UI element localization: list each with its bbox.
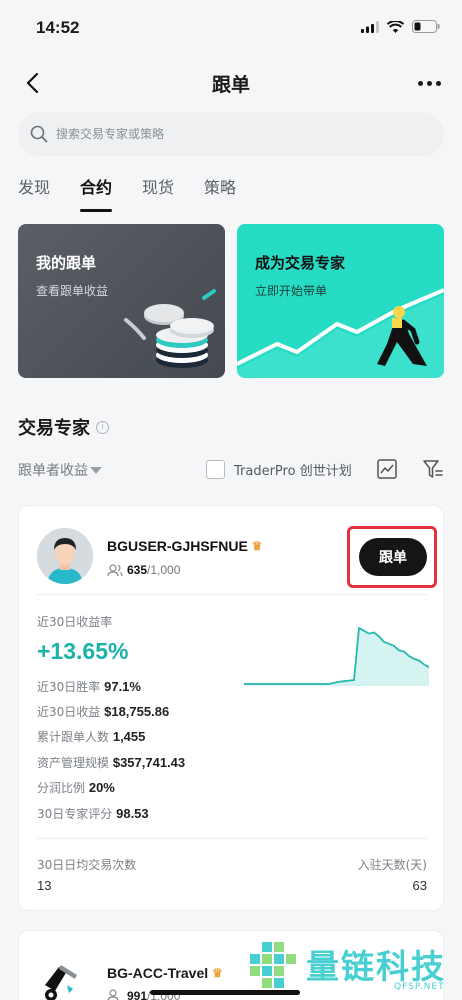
- stat-label: 资产管理规模: [37, 756, 110, 770]
- tab-spot[interactable]: 现货: [142, 174, 174, 212]
- traderpro-label: TraderPro 创世计划: [234, 464, 352, 479]
- avatar-illustration: [37, 528, 93, 584]
- tab-futures[interactable]: 合约: [80, 174, 113, 212]
- search-input[interactable]: [56, 127, 416, 141]
- roi-value: +13.65%: [37, 638, 129, 664]
- coins-illustration: [124, 289, 216, 368]
- signal-icon: [361, 20, 379, 33]
- stat-label: 近30日胜率: [37, 680, 101, 694]
- tab-bar: 发现 合约 现货 策略: [18, 174, 236, 212]
- watermark-text: 量链科技: [306, 947, 446, 986]
- battery-icon: [412, 20, 440, 33]
- status-bar: 14:52: [0, 0, 462, 60]
- trader-name-text: BG-ACC-Travel: [107, 965, 209, 981]
- followers-max: /1,000: [147, 563, 181, 577]
- sparkline-area: [244, 628, 429, 686]
- crown-badge-icon: ♛: [251, 539, 263, 553]
- trader-name: BGUSER-GJHSFNUE ♛: [107, 538, 263, 554]
- stat-label: 累计跟单人数: [37, 730, 110, 744]
- roi-sparkline: [244, 626, 429, 686]
- section-title-text: 交易专家: [18, 418, 90, 439]
- filter-row: 跟单者收益 TraderPro 创世计划: [18, 456, 444, 484]
- caret-down-icon: [90, 466, 102, 474]
- more-dot-icon: [426, 80, 432, 86]
- card-subtitle: 查看跟单收益: [36, 284, 109, 298]
- trader-name-text: BGUSER-GJHSFNUE: [107, 538, 248, 554]
- become-expert-card[interactable]: 成为交易专家 立即开始带单: [237, 224, 444, 378]
- crown-badge-icon: ♛: [212, 966, 223, 980]
- home-indicator: [150, 990, 300, 995]
- trader-illustration: [237, 288, 444, 378]
- search-bar[interactable]: [18, 112, 444, 156]
- my-copy-trades-card[interactable]: 我的跟单 查看跟单收益: [18, 224, 225, 378]
- divider: [37, 594, 427, 595]
- days-joined-label: 入驻天数(天): [357, 858, 427, 872]
- follow-button[interactable]: 跟单: [359, 538, 427, 576]
- status-icons: [361, 20, 440, 33]
- followers-current: 635: [127, 563, 148, 577]
- traderpro-checkbox[interactable]: [206, 460, 225, 479]
- stat-label: 近30日收益: [37, 705, 101, 719]
- divider: [37, 838, 427, 839]
- followers-current: 991: [127, 989, 148, 1000]
- stat-value: $357,741.43: [112, 755, 186, 770]
- stat-profit-share: 分润比例 20%: [37, 779, 115, 796]
- avatar: [37, 528, 93, 584]
- avatar-illustration: [45, 965, 77, 1000]
- stat-value: 98.53: [116, 806, 149, 821]
- more-dot-icon: [435, 80, 441, 86]
- tab-discover[interactable]: 发现: [18, 174, 50, 212]
- stat-score: 30日专家评分 98.53: [37, 805, 149, 822]
- users-icon: [107, 989, 119, 1000]
- roi-label: 近30日收益率: [37, 615, 113, 629]
- page-title: 跟单: [211, 74, 250, 96]
- section-title: 交易专家 i: [18, 414, 109, 440]
- avatar: [37, 955, 87, 1000]
- watermark-url: QFSP.NET: [394, 982, 445, 992]
- sort-label: 跟单者收益: [18, 463, 88, 479]
- stat-label: 30日专家评分: [37, 807, 113, 821]
- chart-view-icon[interactable]: [376, 458, 398, 480]
- card-title: 我的跟单: [36, 254, 97, 272]
- stat-value: 1,455: [112, 729, 146, 744]
- traderpro-filter[interactable]: TraderPro 创世计划: [206, 460, 352, 479]
- days-joined-value: 63: [412, 878, 427, 893]
- watermark-logo-icon: [250, 942, 296, 988]
- info-icon[interactable]: i: [96, 420, 109, 434]
- stat-total-followers: 累计跟单人数 1,455: [37, 728, 145, 745]
- filter-icon[interactable]: [422, 458, 444, 480]
- trader-card[interactable]: BGUSER-GJHSFNUE ♛ 635/1,000 跟单 近30日收益率 +…: [18, 505, 444, 911]
- watermark: 量链科技 QFSP.NET: [244, 938, 456, 996]
- trader-name: BG-ACC-Travel ♛: [107, 965, 223, 981]
- sort-dropdown[interactable]: 跟单者收益: [18, 460, 102, 480]
- more-button[interactable]: [414, 70, 444, 96]
- stat-profit: 近30日收益 $18,755.86: [37, 703, 169, 720]
- follower-count: 635/1,000: [107, 563, 180, 577]
- avg-trades-label: 30日日均交易次数: [37, 858, 137, 872]
- stat-value: 97.1%: [104, 679, 141, 694]
- stat-value: 20%: [88, 780, 115, 795]
- search-icon: [30, 125, 48, 143]
- nav-bar: 跟单: [0, 60, 462, 106]
- status-time: 14:52: [36, 18, 80, 37]
- stat-aum: 资产管理规模 $357,741.43: [37, 754, 185, 771]
- stat-label: 分润比例: [37, 781, 86, 795]
- avg-trades-value: 13: [37, 878, 52, 893]
- wifi-icon: [387, 20, 404, 33]
- tab-strategy[interactable]: 策略: [204, 174, 236, 212]
- more-dot-icon: [417, 80, 423, 86]
- users-icon: [107, 563, 123, 576]
- stat-win-rate: 近30日胜率 97.1%: [37, 678, 141, 695]
- stat-value: $18,755.86: [104, 704, 170, 719]
